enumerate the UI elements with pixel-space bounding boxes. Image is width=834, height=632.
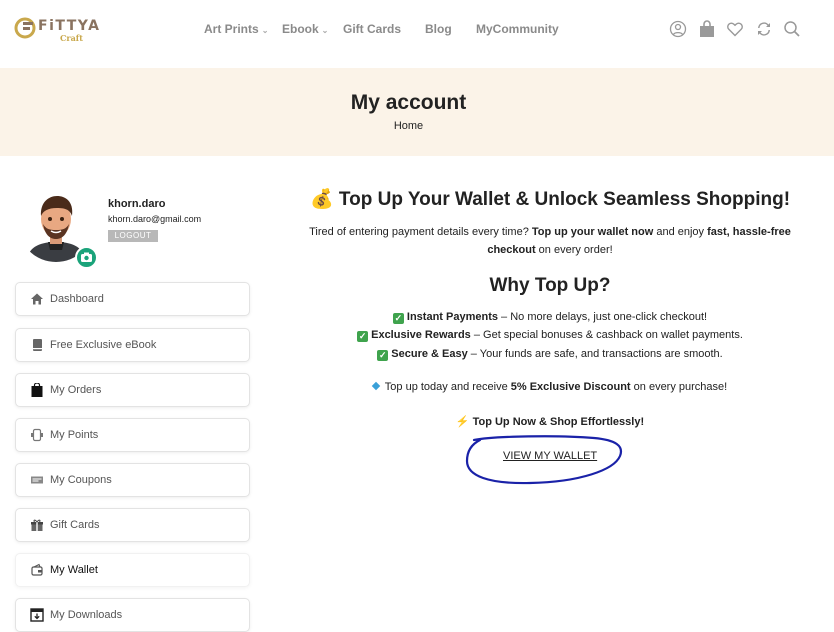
promo-line: Top up today and receive 5% Exclusive Di…	[280, 381, 820, 393]
sidebar-item-my-points[interactable]: My Points	[15, 418, 250, 452]
breadcrumb[interactable]: Home	[0, 120, 817, 132]
sidebar-item-label: My Coupons	[50, 474, 112, 486]
sidebar-item-label: Free Exclusive eBook	[50, 339, 157, 351]
benefit-instant-payments: ✓ Instant Payments – No more delays, just…	[392, 311, 708, 324]
wallet-headline: 💰 Top Up Your Wallet & Unlock Seamless S…	[309, 189, 791, 210]
logout-button[interactable]: LOGOUT	[108, 230, 158, 242]
nav-gift-cards[interactable]: Gift Cards	[343, 22, 401, 36]
sidebar-item-my-downloads[interactable]: My Downloads	[15, 598, 250, 632]
chevron-down-icon: ⌄	[321, 26, 329, 35]
page-banner: My account Home	[0, 68, 834, 156]
sidebar-item-label: My Orders	[50, 384, 102, 396]
sidebar-item-label: Gift Cards	[50, 519, 100, 531]
benefit-secure-easy: ✓ Secure & Easy – Your funds are safe, an…	[377, 348, 723, 361]
shopping-bag-icon[interactable]	[698, 20, 716, 38]
lightning-icon: ⚡	[455, 416, 470, 428]
sidebar-item-gift-cards[interactable]: Gift Cards	[15, 508, 250, 542]
search-icon[interactable]	[783, 20, 801, 38]
annotation-circle	[465, 435, 623, 485]
sidebar-item-label: My Downloads	[50, 609, 123, 621]
page-title: My account	[350, 91, 467, 114]
gift-icon	[30, 518, 44, 532]
sidebar-item-my-wallet[interactable]: My Wallet	[15, 553, 250, 587]
nav-blog[interactable]: Blog	[425, 22, 452, 36]
why-top-up-title: Why Top Up?	[489, 275, 611, 296]
chevron-down-icon: ⌄	[261, 26, 269, 35]
book-icon	[30, 338, 44, 352]
wallet-intro: Tired of entering payment details every …	[309, 226, 791, 238]
nav-ebook[interactable]: Ebook ⌄	[282, 22, 328, 36]
sidebar-item-free-ebook[interactable]: Free Exclusive eBook	[15, 328, 250, 362]
compare-icon[interactable]	[755, 20, 773, 38]
sidebar-item-label: Dashboard	[50, 293, 104, 305]
benefit-exclusive-rewards: ✓ Exclusive Rewards – Get special bonuses…	[357, 329, 743, 342]
home-icon	[30, 292, 44, 306]
wallet-icon	[30, 563, 44, 577]
bag-icon	[30, 383, 44, 397]
change-photo-button[interactable]	[75, 246, 98, 269]
user-email: khorn.daro@gmail.com	[108, 214, 202, 224]
download-icon	[30, 608, 44, 622]
points-icon	[30, 428, 44, 442]
diamond-icon	[371, 381, 381, 391]
coupon-icon	[30, 473, 44, 487]
site-header: FiTTYA Craft Art Prints ⌄ Ebook ⌄ Gift Car…	[0, 0, 834, 68]
check-icon: ✓	[377, 350, 389, 361]
sidebar-item-label: My Points	[50, 429, 99, 441]
camera-icon	[81, 252, 92, 262]
sidebar-item-my-coupons[interactable]: My Coupons	[15, 463, 250, 497]
cta-line: ⚡ Top Up Now & Shop Effortlessly!	[455, 416, 645, 428]
nav-art-prints[interactable]: Art Prints ⌄	[204, 22, 268, 36]
sidebar-item-label: My Wallet	[50, 564, 98, 576]
wallet-intro-line-2: checkout on every order!	[487, 244, 613, 256]
nav-mycommunity[interactable]: MyCommunity	[476, 22, 559, 36]
username: khorn.daro	[108, 198, 166, 210]
sidebar-item-my-orders[interactable]: My Orders	[15, 373, 250, 407]
money-bag-icon: 💰	[309, 189, 334, 210]
heart-icon[interactable]	[726, 20, 744, 38]
sidebar-item-dashboard[interactable]: Dashboard	[15, 282, 250, 316]
check-icon: ✓	[357, 331, 369, 342]
user-icon[interactable]	[669, 20, 687, 38]
check-icon: ✓	[392, 313, 404, 324]
